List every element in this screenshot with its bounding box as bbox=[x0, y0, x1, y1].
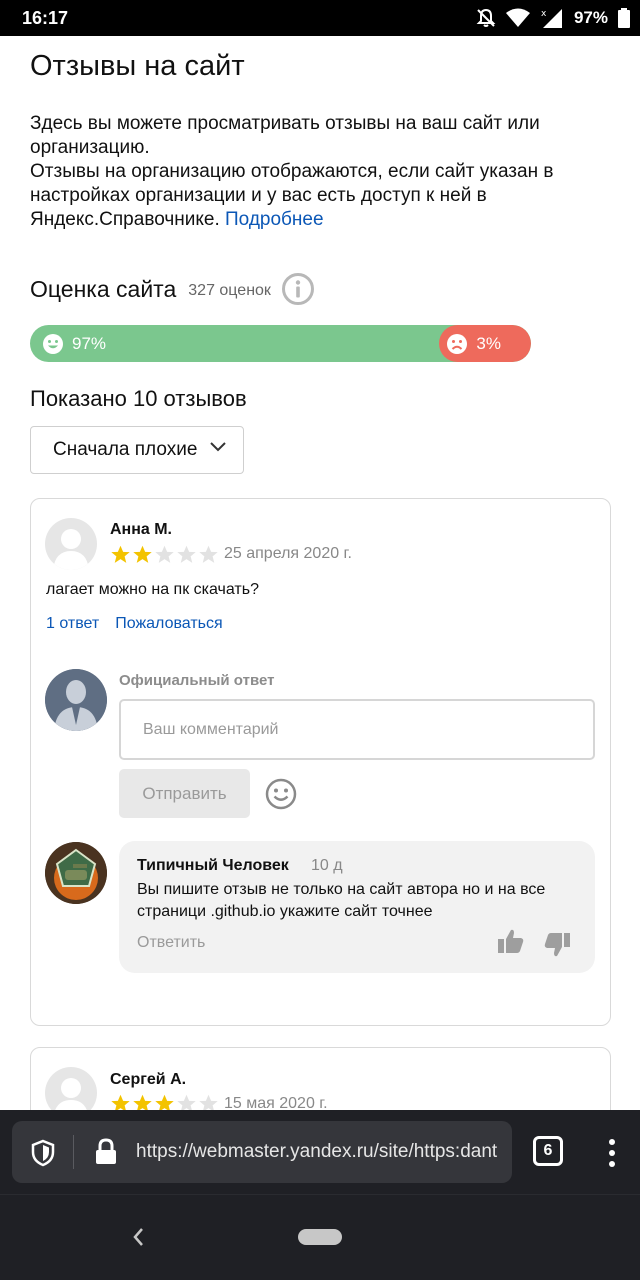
battery-percent: 97% bbox=[573, 8, 608, 27]
more-menu-icon[interactable] bbox=[606, 1138, 618, 1168]
url-text[interactable]: https://webmaster.yandex.ru/site/https:d… bbox=[136, 1141, 497, 1163]
reply-author-avatar bbox=[45, 842, 107, 904]
svg-text:x: x bbox=[541, 9, 547, 19]
shown-count: Показано 10 отзывов bbox=[30, 386, 247, 411]
battery-icon bbox=[618, 8, 630, 28]
comment-placeholder: Ваш комментарий bbox=[143, 720, 279, 738]
tabs-button[interactable]: 6 bbox=[533, 1136, 563, 1166]
report-link[interactable]: Пожаловаться bbox=[115, 615, 222, 633]
rating-count: 327 оценок bbox=[188, 282, 271, 299]
negative-label: 3% bbox=[446, 333, 501, 355]
star-empty-icon bbox=[155, 545, 174, 563]
system-nav-bar bbox=[0, 1194, 640, 1280]
status-icons: x 97% bbox=[476, 6, 630, 30]
star-rating bbox=[110, 544, 219, 565]
comment-input[interactable]: Ваш комментарий bbox=[119, 699, 595, 760]
sort-selected: Сначала плохие bbox=[53, 439, 198, 460]
reply-text: Вы пишите отзыв не только на сайт автора… bbox=[137, 881, 546, 920]
star-empty-icon bbox=[199, 1094, 218, 1110]
sort-dropdown[interactable]: Сначала плохие bbox=[30, 426, 244, 474]
rating-bar: 97% 3% bbox=[30, 325, 531, 362]
home-pill[interactable] bbox=[298, 1229, 342, 1245]
official-reply-label: Официальный ответ bbox=[119, 672, 275, 689]
sad-face-icon bbox=[447, 334, 468, 354]
signal-icon: x bbox=[541, 9, 562, 28]
star-empty-icon bbox=[199, 545, 218, 563]
owner-avatar bbox=[45, 669, 107, 731]
rating-header: Оценка сайта 327 оценок bbox=[30, 272, 315, 306]
star-rating bbox=[110, 1093, 219, 1110]
star-icon bbox=[133, 1094, 152, 1110]
status-time: 16:17 bbox=[22, 8, 69, 28]
star-empty-icon bbox=[177, 545, 196, 563]
reply-author: Типичный Человек bbox=[137, 857, 289, 874]
user-placeholder-icon bbox=[53, 529, 89, 570]
user-placeholder-icon bbox=[55, 1078, 87, 1110]
url-divider bbox=[73, 1135, 74, 1169]
back-icon[interactable] bbox=[130, 1225, 146, 1249]
negative-percent: 3% bbox=[476, 334, 501, 353]
review-author: Анна М. bbox=[110, 521, 172, 538]
review-text: лагает можно на пк скачать? bbox=[46, 581, 259, 598]
tank-emblem-icon bbox=[45, 842, 107, 904]
rating-title: Оценка сайта bbox=[30, 275, 177, 302]
info-icon[interactable] bbox=[281, 272, 315, 306]
lock-icon bbox=[96, 1138, 116, 1164]
avatar bbox=[45, 518, 97, 570]
review-date: 15 мая 2020 г. bbox=[224, 1095, 328, 1110]
chevron-down-icon bbox=[210, 442, 226, 452]
review-author: Сергей А. bbox=[110, 1071, 187, 1088]
star-empty-icon bbox=[177, 1094, 196, 1110]
wifi-icon bbox=[505, 8, 530, 27]
negative-segment: 3% bbox=[439, 325, 531, 362]
answer-link[interactable]: Ответить bbox=[137, 934, 205, 952]
review-card: Сергей А. 15 мая 2020 г. bbox=[30, 1047, 611, 1110]
star-icon bbox=[133, 545, 152, 563]
avatar bbox=[45, 1067, 97, 1110]
star-icon bbox=[111, 545, 130, 563]
review-card: Анна М. 25 апреля 2020 г. лагает можно н… bbox=[30, 498, 611, 1026]
positive-percent: 97% bbox=[72, 334, 107, 353]
send-button[interactable]: Отправить bbox=[119, 769, 250, 818]
page-content: Отзывы на сайт Здесь вы можете просматри… bbox=[0, 36, 640, 1110]
star-icon bbox=[111, 1094, 130, 1110]
page-title: Отзывы на сайт bbox=[30, 50, 245, 82]
review-links: 1 ответ Пожаловаться bbox=[46, 615, 223, 633]
business-person-icon bbox=[45, 669, 107, 731]
status-bar: 16:17 x 97% bbox=[0, 0, 640, 36]
happy-face-icon bbox=[43, 334, 63, 354]
intro-text: Здесь вы можете просматривать отзывы на … bbox=[30, 112, 610, 232]
replies-link[interactable]: 1 ответ bbox=[46, 615, 99, 633]
more-link[interactable]: Подробнее bbox=[225, 209, 324, 230]
star-icon bbox=[155, 1094, 174, 1110]
thumbs-down-icon[interactable] bbox=[543, 931, 571, 959]
intro-line-2: Отзывы на организацию отображаются, если… bbox=[30, 160, 610, 232]
review-date: 25 апреля 2020 г. bbox=[224, 545, 352, 562]
address-bar[interactable]: https://webmaster.yandex.ru/site/https:d… bbox=[12, 1121, 512, 1183]
shield-icon[interactable] bbox=[30, 1139, 56, 1167]
thumbs-up-icon[interactable] bbox=[497, 927, 525, 955]
bell-off-icon bbox=[476, 8, 496, 27]
intro-line-1: Здесь вы можете просматривать отзывы на … bbox=[30, 113, 540, 158]
emoji-icon[interactable] bbox=[265, 778, 297, 810]
reply-age: 10 д bbox=[311, 857, 343, 874]
positive-segment: 97% bbox=[42, 333, 106, 355]
browser-toolbar: https://webmaster.yandex.ru/site/https:d… bbox=[0, 1110, 640, 1194]
reply-bubble: Типичный Человек 10 д Вы пишите отзыв не… bbox=[119, 841, 595, 973]
